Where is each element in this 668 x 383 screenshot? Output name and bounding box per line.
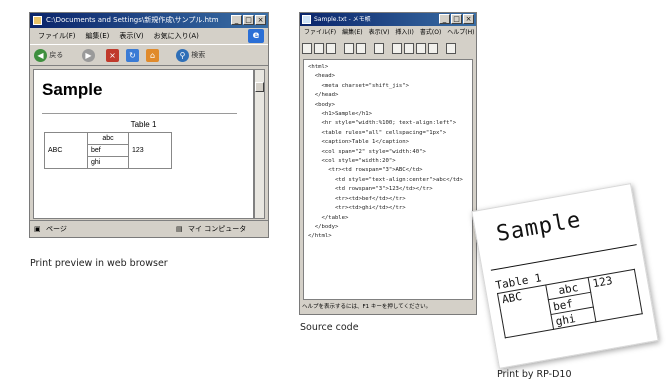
horizontal-rule [42, 113, 237, 114]
insert-date-icon[interactable] [446, 42, 456, 54]
back-button[interactable]: ◀ 戻る [34, 48, 63, 63]
code-line: <h1>Sample</h1> [308, 111, 372, 118]
table-caption: Table 1 [130, 120, 157, 129]
code-line: <table rules="all" cellspacing="1px"> [308, 129, 447, 136]
notepad-window: Sample.txt - メモ帳 _ □ × ファイル(F) 編集(E) 表示(… [299, 12, 477, 315]
code-line: <tr><td rowspan="3">ABC</td> [308, 167, 423, 174]
code-line: <col style="width:20"> [308, 158, 396, 165]
search-button[interactable]: ⚲ 検索 [176, 48, 205, 63]
menu-view[interactable]: 表示(V) [119, 29, 143, 43]
close-button[interactable]: × [463, 14, 474, 24]
menu-help[interactable]: ヘルプ(H) [447, 27, 474, 38]
find-icon[interactable] [374, 42, 384, 54]
label-heading: Sample [494, 207, 584, 248]
menu-file[interactable]: ファイル(F) [38, 29, 76, 43]
cut-icon[interactable] [392, 42, 402, 54]
home-button[interactable]: ⌂ [146, 48, 159, 63]
ie-logo-icon: e [248, 29, 264, 43]
notepad-status-bar: ヘルプを表示するには、F1 キーを押してください。 [302, 304, 432, 310]
source-code-editor[interactable]: <html> <head> <meta charset="shift_jis">… [303, 59, 473, 300]
status-page-icon: ▣ [34, 225, 41, 233]
browser-title-bar: C:\Documents and Settings\新規作成\サンプル.htm … [30, 13, 268, 28]
menu-favorites[interactable]: お気に入り(A) [154, 29, 199, 43]
search-icon: ⚲ [176, 48, 189, 62]
code-line: <td style="text-align:center">abc</td> [308, 176, 463, 183]
code-line: <head> [308, 73, 335, 80]
print-icon[interactable] [344, 42, 354, 54]
label-rule [490, 244, 637, 271]
code-line: <td rowspan="3">123</td></tr> [308, 186, 433, 193]
vertical-scrollbar[interactable] [254, 69, 265, 219]
code-line: </html> [308, 233, 332, 240]
menu-edit[interactable]: 編集(E) [86, 29, 110, 43]
refresh-button[interactable]: ↻ [126, 48, 139, 63]
preview-icon[interactable] [356, 42, 366, 54]
table-cell-value: 123 [128, 132, 172, 169]
menu-view[interactable]: 表示(V) [369, 27, 390, 38]
menu-file[interactable]: ファイル(F) [304, 27, 336, 38]
sample-table: ABC abc 123 bef ghi [44, 132, 172, 169]
code-line: </table> [308, 214, 349, 221]
stop-icon: × [106, 48, 119, 62]
new-file-icon[interactable] [302, 42, 312, 54]
computer-icon: ▤ [176, 225, 183, 233]
caption-print: Print by RP-D10 [497, 369, 572, 380]
menu-insert[interactable]: 挿入(I) [395, 27, 413, 38]
maximize-button[interactable]: □ [243, 15, 254, 25]
browser-toolbar: ◀ 戻る ▶ × ↻ ⌂ ⚲ 検索 [30, 44, 268, 66]
forward-button[interactable]: ▶ [82, 48, 95, 63]
forward-arrow-icon: ▶ [82, 48, 95, 62]
browser-menu-bar: ファイル(F) 編集(E) 表示(V) お気に入り(A) [30, 29, 268, 43]
minimize-button[interactable]: _ [439, 14, 450, 24]
scroll-thumb[interactable] [255, 82, 264, 92]
table-cell: bef [87, 144, 129, 157]
code-line: <meta charset="shift_jis"> [308, 82, 410, 89]
caption-source: Source code [300, 322, 359, 333]
notepad-title-bar: Sample.txt - メモ帳 _ □ × [300, 13, 476, 26]
code-line: </body> [308, 223, 339, 230]
save-file-icon[interactable] [326, 42, 336, 54]
browser-status-bar: ▣ ページ ▤ マイ コンピュータ [30, 220, 268, 237]
code-line: <html> [308, 64, 329, 70]
refresh-icon: ↻ [126, 48, 139, 62]
caption-browser: Print preview in web browser [30, 258, 168, 269]
menu-edit[interactable]: 編集(E) [342, 27, 362, 38]
table-cell-row-header: ABC [44, 132, 88, 169]
undo-icon[interactable] [428, 42, 438, 54]
browser-window: C:\Documents and Settings\新規作成\サンプル.htm … [29, 12, 269, 238]
notepad-menu-bar: ファイル(F) 編集(E) 表示(V) 挿入(I) 書式(O) ヘルプ(H) [300, 27, 476, 38]
page-heading: Sample [42, 80, 103, 99]
table-cell: abc [87, 132, 129, 145]
label-cell-row-header: ABC [497, 284, 554, 338]
label-cell-value: 123 [588, 269, 643, 322]
close-button[interactable]: × [255, 15, 266, 25]
stop-button[interactable]: × [106, 48, 119, 63]
table-cell: ghi [87, 156, 129, 169]
minimize-button[interactable]: _ [231, 15, 242, 25]
home-icon: ⌂ [146, 48, 159, 62]
code-line: </head> [308, 92, 339, 99]
notepad-title: Sample.txt - メモ帳 [314, 16, 371, 23]
notepad-toolbar [302, 40, 474, 56]
open-file-icon[interactable] [314, 42, 324, 54]
code-line: <tr><td>bef</td></tr> [308, 195, 406, 202]
ie-page-icon [33, 16, 42, 25]
code-line: <col span="2" style="width:40"> [308, 148, 426, 155]
paste-icon[interactable] [416, 42, 426, 54]
status-zone: マイ コンピュータ [188, 225, 247, 233]
menu-format[interactable]: 書式(O) [420, 27, 441, 38]
back-arrow-icon: ◀ [34, 48, 47, 62]
printed-label: Sample Table 1 ABC abc 123 bef ghi [471, 183, 659, 369]
copy-icon[interactable] [404, 42, 414, 54]
code-line: <caption>Table 1</caption> [308, 139, 410, 146]
code-line: <tr><td>ghi</td></tr> [308, 205, 406, 212]
browser-page-content: Sample Table 1 ABC abc 123 bef ghi [33, 69, 254, 219]
maximize-button[interactable]: □ [451, 14, 462, 24]
code-line: <hr style="width:%100; text-align:left"> [308, 120, 457, 127]
notepad-icon [302, 15, 311, 24]
code-line: <body> [308, 101, 335, 108]
status-text: ページ [46, 225, 67, 233]
browser-title: C:\Documents and Settings\新規作成\サンプル.htm [46, 16, 219, 24]
